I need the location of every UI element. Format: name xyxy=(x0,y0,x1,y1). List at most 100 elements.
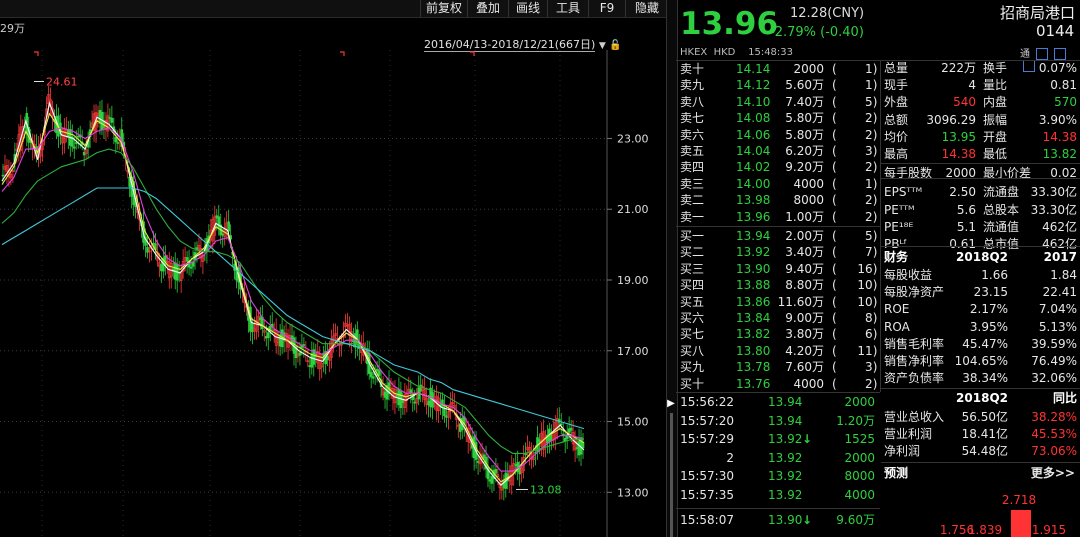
orderbook-volume: 7.40万 xyxy=(785,94,824,109)
paren-close: ) xyxy=(872,111,878,126)
orderbook-row[interactable]: 卖一 13.96 1.00万 (2) xyxy=(676,209,880,225)
tick-price: 13.92 xyxy=(768,432,803,447)
candle-body xyxy=(371,376,375,379)
stat-label: 总股本 xyxy=(983,202,1020,217)
orderbook-row[interactable]: 买五 13.86 11.60万 (10) xyxy=(676,294,880,310)
orderbook-label: 买二 xyxy=(680,245,705,260)
financials-row: ROA 3.95% 5.13% xyxy=(881,319,1080,335)
chart-icon[interactable] xyxy=(1054,48,1067,60)
orderbook-price: 13.76 xyxy=(736,376,771,391)
event-flag-icon[interactable] xyxy=(340,51,345,56)
orderbook-volume: 2000 xyxy=(793,62,824,76)
stat-label: 流通值 xyxy=(983,219,1020,234)
tick-price: 13.92 xyxy=(768,450,803,465)
orderbook-count-value: 2 xyxy=(865,127,873,142)
stats-row: 总量 222万 换手 0.07% xyxy=(881,60,1080,76)
orderbook-row[interactable]: 卖三 14.00 4000 (1) xyxy=(676,176,880,192)
orderbook-row[interactable]: 买九 13.78 7.60万 (3) xyxy=(676,359,880,375)
orderbook-row[interactable]: 买六 13.84 9.00万 (8) xyxy=(676,310,880,326)
overlay-button[interactable]: 叠加 xyxy=(467,0,508,17)
stats-row: 最高 14.38 最低 13.82 xyxy=(881,146,1080,162)
candle-body xyxy=(302,344,306,346)
stat-label: PE¹⁸ᴱ xyxy=(884,219,914,234)
orderbook-row[interactable]: 买七 13.82 3.80万 (6) xyxy=(676,326,880,342)
tools-button[interactable]: 工具 xyxy=(547,0,588,17)
orderbook-count-value: 2 xyxy=(865,376,873,391)
connect-icon[interactable]: 通 xyxy=(1020,49,1030,60)
stat-label: 振幅 xyxy=(983,112,1008,127)
orderbook-row[interactable]: 卖九 14.12 5.60万 (1) xyxy=(676,77,880,93)
tick-volume: 1.20万 xyxy=(836,413,875,428)
stat-value: 5.1 xyxy=(956,219,976,234)
fin-label: 净利润 xyxy=(884,444,921,459)
ma-line xyxy=(1,112,585,483)
more-link[interactable]: 更多>> xyxy=(1031,465,1075,481)
fin-value: 22.41 xyxy=(1042,285,1077,300)
ma-line xyxy=(1,148,584,454)
orderbook-row[interactable]: 买十 13.76 4000 (2) xyxy=(676,376,880,392)
fin-label: ROA xyxy=(884,319,910,334)
stat-label: 最低 xyxy=(983,147,1008,161)
price-change: -2.79% (-0.40) xyxy=(770,25,864,40)
tick-row: 15:58:07 13.90 ↓ 9.60万 xyxy=(676,512,880,528)
tick-price: 13.94 xyxy=(768,395,803,409)
orderbook-row[interactable]: 卖六 14.06 5.80万 (2) xyxy=(676,127,880,143)
f9-button[interactable]: F9 xyxy=(588,0,625,17)
collapse-arrow-icon[interactable]: ▶ xyxy=(666,398,676,409)
orderbook-row[interactable]: 卖十 14.14 2000 (1) xyxy=(676,61,880,77)
event-flag-icon[interactable] xyxy=(470,51,475,56)
draw-line-button[interactable]: 画线 xyxy=(508,0,547,17)
stat-value: 2000 xyxy=(945,166,976,181)
orderbook-row[interactable]: 买三 13.90 9.40万 (16) xyxy=(676,261,880,277)
adjust-forward-button[interactable]: 前复权 xyxy=(420,0,467,17)
orderbook-row[interactable]: 买二 13.92 3.40万 (7) xyxy=(676,244,880,260)
stat-label: 外盘 xyxy=(884,95,909,110)
tick-row: 15:57:20 13.94 1.20万 xyxy=(676,413,880,429)
event-flag-icon[interactable] xyxy=(34,51,39,56)
stat-label: 总额 xyxy=(884,112,909,127)
scroll-handle[interactable] xyxy=(670,413,673,537)
fin-value: 38.34% xyxy=(962,371,1008,386)
paren-close: ) xyxy=(872,176,878,191)
orderbook-row[interactable]: 卖四 14.02 9.20万 (2) xyxy=(676,159,880,175)
stat-label: 开盘 xyxy=(983,129,1008,144)
tick-volume: 1525 xyxy=(844,432,875,447)
orderbook-volume: 9.00万 xyxy=(785,311,824,325)
orderbook-volume: 5.80万 xyxy=(785,127,824,142)
orderbook-price: 14.04 xyxy=(736,144,771,158)
orderbook-count: (10) xyxy=(832,294,878,310)
chart-toolbar: 前复权 叠加 画线 工具 F9 隐藏 xyxy=(0,0,668,18)
orderbook-count: (2) xyxy=(832,127,878,143)
financials-col: 2017 xyxy=(1043,250,1077,264)
orderbook-volume: 11.60万 xyxy=(777,294,824,309)
orderbook-count: (2) xyxy=(832,192,878,208)
orderbook-row[interactable]: 卖二 13.98 8000 (2) xyxy=(676,192,880,208)
stat-value: 462亿 xyxy=(1042,219,1077,234)
stat-label: PEᵀᵀᴹ xyxy=(884,202,915,217)
orderbook-row[interactable]: 买四 13.88 8.80万 (10) xyxy=(676,277,880,293)
orderbook-price: 14.02 xyxy=(736,160,771,175)
hide-button[interactable]: 隐藏 xyxy=(625,0,668,17)
orderbook-label: 卖七 xyxy=(680,111,705,126)
paren-close: ) xyxy=(872,360,878,375)
edit-icon[interactable] xyxy=(1036,48,1049,60)
orderbook-row[interactable]: 卖八 14.10 7.40万 (5) xyxy=(676,94,880,110)
fin-value: 3.95% xyxy=(969,319,1008,334)
orderbook-count-value: 1 xyxy=(865,78,873,93)
orderbook-count: (5) xyxy=(832,94,878,110)
ma-line xyxy=(1,187,585,430)
stat-label: 内盘 xyxy=(983,95,1008,110)
exchange-info: HKEX HKD 15:48:33 xyxy=(680,47,794,58)
orderbook-row[interactable]: 买一 13.94 2.00万 (5) xyxy=(676,228,880,244)
orderbook-count: (3) xyxy=(832,359,878,375)
fin-value: 32.06% xyxy=(1031,371,1077,386)
fin-value: 54.48亿 xyxy=(961,444,1008,459)
orderbook-row[interactable]: 卖五 14.04 6.20万 (3) xyxy=(676,143,880,159)
tick-time: 15:58:07 xyxy=(680,512,734,527)
price-chart[interactable]: 23.00 21.00 19.00 17.00 15.00 13.00 24.61 13.08 xyxy=(0,50,666,537)
orderbook-row[interactable]: 买八 13.80 4.20万 (11) xyxy=(676,343,880,359)
orderbook-row[interactable]: 卖七 14.08 5.80万 (2) xyxy=(676,110,880,126)
low-marker-label: 13.08 xyxy=(530,483,562,496)
orderbook-volume: 3.80万 xyxy=(785,327,824,342)
fin-value: 56.50亿 xyxy=(961,410,1008,424)
